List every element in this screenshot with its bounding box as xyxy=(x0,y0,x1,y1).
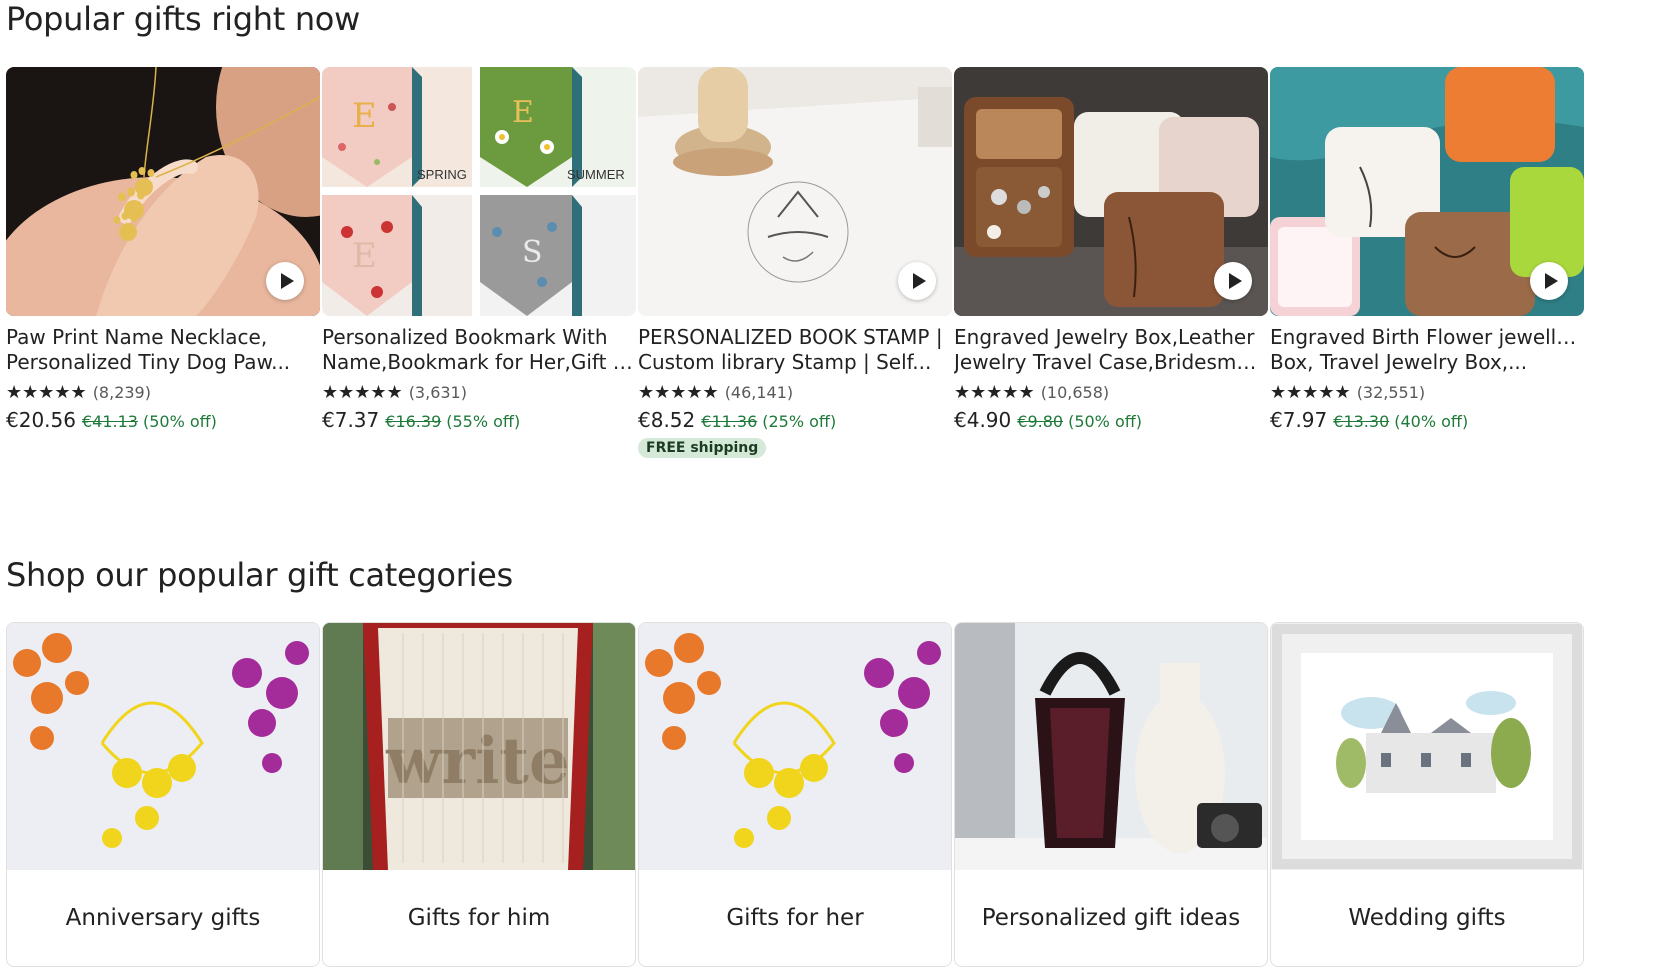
category-card-wedding[interactable]: Wedding gifts xyxy=(1270,622,1584,967)
svg-text:E: E xyxy=(352,236,377,276)
product-image[interactable] xyxy=(1270,67,1584,316)
price-row: €7.37 €16.39 (55% off) xyxy=(322,408,636,432)
svg-text:E: E xyxy=(512,95,534,130)
product-rating: ★★★★★ (32,551) xyxy=(1270,381,1584,403)
svg-text:E: E xyxy=(352,96,377,136)
original-price: €11.36 xyxy=(701,412,758,431)
category-card-him[interactable]: write Gifts for him xyxy=(322,622,636,967)
product-rating: ★★★★★ (8,239) xyxy=(6,381,320,403)
review-count: (46,141) xyxy=(724,382,794,402)
category-label[interactable]: Wedding gifts xyxy=(1271,870,1583,966)
product-card[interactable]: E SPRING E SUMMER E S Personalized Bookm… xyxy=(322,67,636,432)
product-image[interactable] xyxy=(6,67,320,316)
price-row: €8.52 €11.36 (25% off) xyxy=(638,408,952,432)
review-count: (8,239) xyxy=(92,382,151,402)
category-label[interactable]: Anniversary gifts xyxy=(7,870,319,966)
sale-price: €7.37 xyxy=(322,408,380,432)
product-card[interactable]: Engraved Jewelry Box,Leather Jewelry Tra… xyxy=(954,67,1268,432)
popular-gifts-heading: Popular gifts right now xyxy=(6,0,360,38)
sale-price: €7.97 xyxy=(1270,408,1328,432)
product-rating: ★★★★★ (3,631) xyxy=(322,381,636,403)
category-image[interactable]: write xyxy=(323,623,635,870)
discount-percent: (50% off) xyxy=(1068,412,1143,431)
product-title[interactable]: Paw Print Name Necklace, Personalized Ti… xyxy=(6,325,320,375)
category-image[interactable] xyxy=(1271,623,1583,870)
play-video-icon[interactable] xyxy=(1214,262,1252,300)
original-price: €16.39 xyxy=(385,412,442,431)
product-rating: ★★★★★ (46,141) xyxy=(638,381,952,403)
category-card-anniversary[interactable]: Anniversary gifts xyxy=(6,622,320,967)
product-image[interactable] xyxy=(954,67,1268,316)
price-row: €20.56 €41.13 (50% off) xyxy=(6,408,320,432)
product-card[interactable]: PERSONALIZED BOOK STAMP | Custom library… xyxy=(638,67,952,458)
play-video-icon[interactable] xyxy=(1530,262,1568,300)
free-shipping-badge: FREE shipping xyxy=(638,438,767,458)
product-rating: ★★★★★ (10,658) xyxy=(954,381,1268,403)
price-row: €4.90 €9.80 (50% off) xyxy=(954,408,1268,432)
svg-text:S: S xyxy=(522,235,543,270)
star-rating-icon: ★★★★★ xyxy=(638,381,719,403)
star-rating-icon: ★★★★★ xyxy=(1270,381,1351,403)
price-row: €7.97 €13.30 (40% off) xyxy=(1270,408,1584,432)
product-image[interactable] xyxy=(638,67,952,316)
sale-price: €4.90 xyxy=(954,408,1012,432)
review-count: (3,631) xyxy=(408,382,467,402)
svg-text:SUMMER: SUMMER xyxy=(567,167,625,182)
category-label[interactable]: Gifts for him xyxy=(323,870,635,966)
svg-text:write: write xyxy=(385,724,569,799)
original-price: €9.80 xyxy=(1017,412,1064,431)
category-image[interactable] xyxy=(7,623,319,870)
original-price: €41.13 xyxy=(81,412,138,431)
product-card[interactable]: Paw Print Name Necklace, Personalized Ti… xyxy=(6,67,320,432)
category-label[interactable]: Personalized gift ideas xyxy=(955,870,1267,966)
product-title[interactable]: Personalized Bookmark With Name,Bookmark… xyxy=(322,325,636,375)
category-image[interactable] xyxy=(639,623,951,870)
play-video-icon[interactable] xyxy=(898,262,936,300)
sale-price: €20.56 xyxy=(6,408,76,432)
product-image[interactable]: E SPRING E SUMMER E S xyxy=(322,67,636,316)
category-card-personalized[interactable]: Personalized gift ideas xyxy=(954,622,1268,967)
sale-price: €8.52 xyxy=(638,408,696,432)
original-price: €13.30 xyxy=(1333,412,1390,431)
discount-percent: (50% off) xyxy=(142,412,217,431)
discount-percent: (55% off) xyxy=(446,412,521,431)
discount-percent: (40% off) xyxy=(1394,412,1469,431)
review-count: (10,658) xyxy=(1040,382,1110,402)
star-rating-icon: ★★★★★ xyxy=(954,381,1035,403)
product-card[interactable]: Engraved Birth Flower jewellery Box, Tra… xyxy=(1270,67,1584,432)
category-card-her[interactable]: Gifts for her xyxy=(638,622,952,967)
product-title[interactable]: Engraved Birth Flower jewellery Box, Tra… xyxy=(1270,325,1584,375)
product-title[interactable]: Engraved Jewelry Box,Leather Jewelry Tra… xyxy=(954,325,1268,375)
play-video-icon[interactable] xyxy=(266,262,304,300)
svg-text:SPRING: SPRING xyxy=(417,167,467,182)
star-rating-icon: ★★★★★ xyxy=(6,381,87,403)
gift-categories-heading: Shop our popular gift categories xyxy=(6,556,513,594)
category-image[interactable] xyxy=(955,623,1267,870)
product-title[interactable]: PERSONALIZED BOOK STAMP | Custom library… xyxy=(638,325,952,375)
category-label[interactable]: Gifts for her xyxy=(639,870,951,966)
discount-percent: (25% off) xyxy=(762,412,837,431)
review-count: (32,551) xyxy=(1356,382,1426,402)
star-rating-icon: ★★★★★ xyxy=(322,381,403,403)
